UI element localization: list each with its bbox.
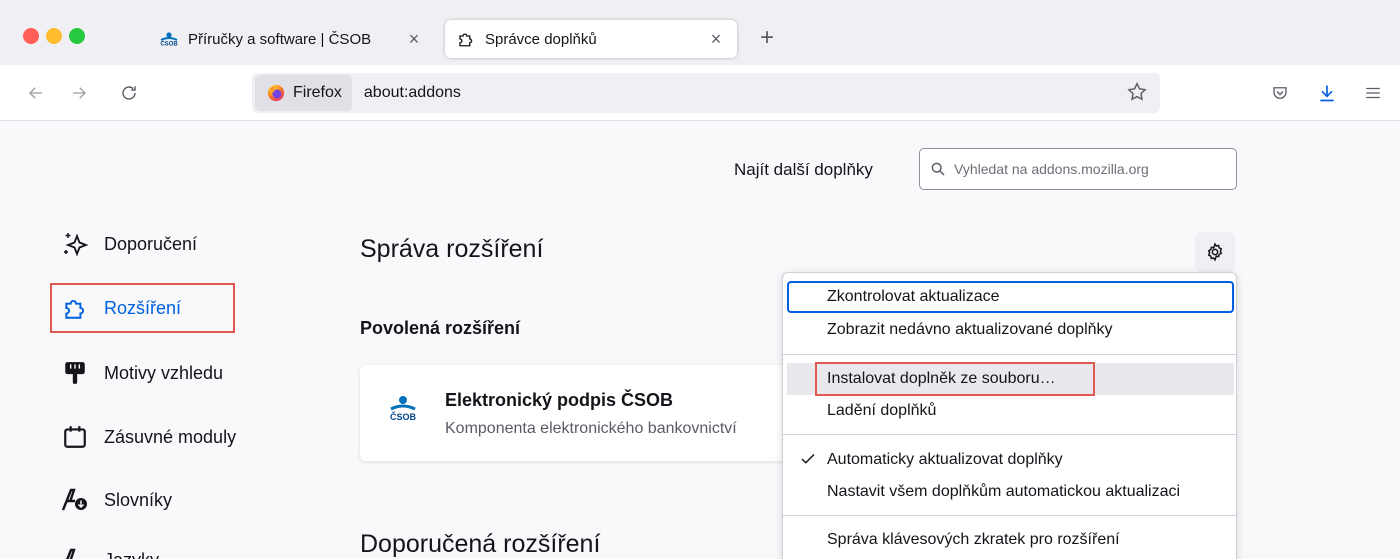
sidebar-item-label: Jazyky — [104, 550, 159, 559]
menu-item-label: Zkontrolovat aktualizace — [827, 288, 1000, 305]
identity-box[interactable]: Firefox — [255, 75, 352, 111]
menu-item-label: Nastavit všem doplňkům automatickou aktu… — [827, 483, 1181, 500]
sidebar-item-label: Rozšíření — [104, 297, 182, 318]
sidebar-item-label: Motivy vzhledu — [104, 362, 224, 383]
tab-csob[interactable]: ČSOB Příručky a software | ČSOB × — [152, 20, 435, 58]
svg-text:ČSOB: ČSOB — [160, 41, 178, 47]
highlight-box — [815, 362, 1095, 396]
dictionary-icon — [60, 485, 90, 515]
download-icon — [1320, 85, 1334, 102]
identity-label: Firefox — [293, 84, 342, 101]
tools-dropdown-menu: Zkontrolovat aktualizace Zobrazit nedávn… — [782, 272, 1237, 559]
sidebar-item-label: Slovníky — [104, 489, 173, 510]
forward-button[interactable] — [65, 79, 93, 107]
pocket-button[interactable] — [1266, 79, 1294, 107]
find-more-label: Najít další doplňky — [734, 160, 873, 179]
navigation-toolbar: Firefox about:addons — [0, 65, 1400, 121]
svg-text:ČSOB: ČSOB — [390, 411, 417, 421]
close-window-button[interactable] — [23, 28, 39, 44]
language-icon — [60, 545, 90, 559]
tab-addons-manager[interactable]: Správce doplňků × — [445, 20, 737, 58]
csob-logo-icon: ČSOB — [388, 395, 418, 426]
menu-item-label: Správa klávesových zkratek pro rozšíření — [827, 531, 1120, 548]
back-button[interactable] — [22, 79, 50, 107]
menu-separator — [783, 434, 1236, 435]
url-bar[interactable]: Firefox about:addons — [252, 73, 1160, 113]
enabled-extensions-heading: Povolená rozšíření — [360, 318, 521, 338]
url-text[interactable]: about:addons — [364, 84, 461, 102]
extension-name: Elektronický podpis ČSOB — [445, 390, 674, 410]
firefox-logo-icon — [267, 84, 285, 102]
sidebar-item-label: Doporučení — [104, 233, 198, 254]
tools-menu-button[interactable] — [1195, 232, 1235, 272]
downloads-button[interactable] — [1313, 79, 1341, 107]
brush-icon — [60, 358, 90, 388]
reload-button[interactable] — [115, 79, 143, 107]
gear-icon — [1207, 242, 1223, 262]
tab-strip: ČSOB Příručky a software | ČSOB × Správc… — [0, 0, 1400, 65]
sidebar-item-plugins[interactable]: Zásuvné moduly — [60, 417, 236, 457]
minimize-window-button[interactable] — [46, 28, 62, 44]
csob-logo-icon: ČSOB — [158, 31, 180, 47]
menu-item-check-updates[interactable]: Zkontrolovat aktualizace — [787, 281, 1234, 313]
menu-separator — [783, 354, 1236, 355]
tab-title: Příručky a software | ČSOB — [188, 30, 372, 48]
sidebar-item-themes[interactable]: Motivy vzhledu — [60, 353, 223, 393]
reload-icon — [122, 86, 136, 100]
puzzle-icon — [455, 31, 477, 47]
menu-item-recent-updates[interactable]: Zobrazit nedávno aktualizované doplňky — [787, 314, 1234, 346]
menu-item-debug-addons[interactable]: Ladění doplňků — [787, 395, 1234, 427]
addons-search-box[interactable] — [919, 148, 1237, 190]
menu-item-reset-auto-update[interactable]: Nastavit všem doplňkům automatickou aktu… — [787, 476, 1234, 508]
sidebar-item-extensions[interactable]: Rozšíření — [60, 288, 181, 328]
new-tab-button[interactable]: + — [752, 20, 782, 56]
checkmark-icon — [799, 450, 817, 473]
search-icon — [930, 161, 946, 177]
menu-item-label: Ladění doplňků — [827, 402, 937, 419]
sidebar-item-languages[interactable]: Jazyky — [60, 540, 159, 559]
menu-item-auto-update[interactable]: Automaticky aktualizovat doplňky — [787, 444, 1234, 476]
sidebar-item-dictionaries[interactable]: Slovníky — [60, 480, 172, 520]
close-tab-icon[interactable]: × — [703, 29, 729, 50]
extension-card[interactable]: ČSOB Elektronický podpis ČSOB Komponenta… — [360, 365, 800, 461]
puzzle-icon — [60, 293, 90, 323]
addons-page: Najít další doplňky Doporučení Rozšíření — [0, 122, 1400, 559]
menu-separator — [783, 515, 1236, 516]
pocket-icon — [1273, 87, 1287, 99]
menu-item-label: Zobrazit nedávno aktualizované doplňky — [827, 321, 1113, 338]
zoom-window-button[interactable] — [69, 28, 85, 44]
sparkle-icon — [60, 229, 90, 259]
tab-title: Správce doplňků — [485, 30, 597, 48]
hamburger-menu-icon — [1366, 87, 1380, 99]
page-title: Správa rozšíření — [360, 235, 544, 263]
plugin-icon — [60, 422, 90, 452]
extension-description: Komponenta elektronického bankovnictví — [445, 420, 737, 437]
sidebar-item-recommendations[interactable]: Doporučení — [60, 224, 197, 264]
back-arrow-icon — [29, 87, 42, 99]
menu-item-manage-shortcuts[interactable]: Správa klávesových zkratek pro rozšíření — [787, 524, 1234, 556]
sidebar-item-label: Zásuvné moduly — [104, 426, 237, 447]
bookmark-star-icon[interactable] — [1126, 81, 1148, 108]
close-tab-icon[interactable]: × — [401, 29, 427, 50]
recommended-extensions-heading: Doporučená rozšíření — [360, 530, 601, 558]
forward-arrow-icon — [73, 87, 86, 99]
app-menu-button[interactable] — [1359, 79, 1387, 107]
menu-item-label: Automaticky aktualizovat doplňky — [827, 451, 1063, 468]
search-input[interactable] — [954, 161, 1214, 177]
